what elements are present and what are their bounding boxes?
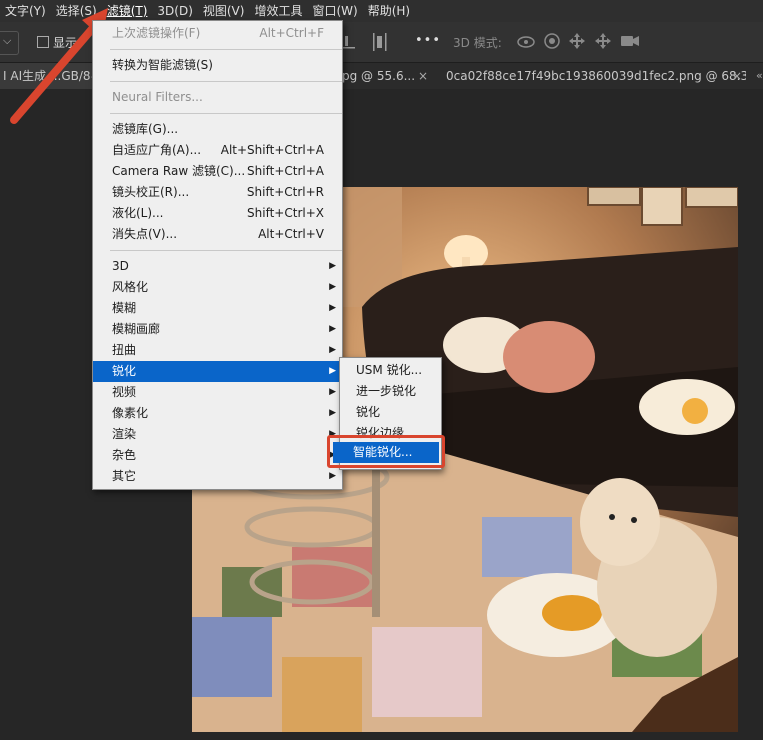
menu-item-label: 杂色 <box>112 448 137 462</box>
submenu-arrow-icon: ▶ <box>329 471 336 481</box>
more-options-button[interactable]: ••• <box>415 33 441 48</box>
menu-item-other[interactable]: 其它 ▶ <box>93 466 342 487</box>
distribute-icon[interactable] <box>373 33 387 51</box>
menu-item-blur[interactable]: 模糊 ▶ <box>93 298 342 319</box>
menu-item-label: 液化(L)... <box>112 206 164 220</box>
menu-item-sharpen-plain[interactable]: 锐化 <box>340 402 441 423</box>
camera-3d-icon[interactable] <box>620 34 640 48</box>
menu-item-label: Neural Filters... <box>112 90 203 104</box>
slide-3d-icon[interactable] <box>594 32 612 50</box>
pan-3d-icon[interactable] <box>568 32 586 50</box>
menu-item-label: 进一步锐化 <box>356 384 417 398</box>
tab-label: 0ca02f88ce17f49bc193860039d1fec2.png @ 6… <box>446 69 746 83</box>
menu-item-neural-filters: Neural Filters... <box>93 87 342 108</box>
tab-label: pg @ 55.6... <box>342 69 416 83</box>
menu-divider <box>110 49 342 50</box>
menu-item-label: 镜头校正(R)... <box>112 185 190 199</box>
menu-item-last-filter: 上次滤镜操作(F) Alt+Ctrl+F <box>93 23 342 44</box>
menu-item-filter-gallery[interactable]: 滤镜库(G)... <box>93 119 342 140</box>
mode-3d-label: 3D 模式: <box>453 36 502 50</box>
menu-window[interactable]: 窗口(W) <box>307 0 362 22</box>
menu-item-label: 转换为智能滤镜(S) <box>112 58 213 72</box>
close-icon[interactable]: × <box>732 63 742 89</box>
menu-item-label: 视频 <box>112 385 137 399</box>
menu-item-sharpen-more[interactable]: 进一步锐化 <box>340 381 441 402</box>
menu-item-shortcut: Alt+Shift+Ctrl+A <box>220 143 324 157</box>
menu-item-unsharp-mask[interactable]: USM 锐化... <box>340 360 441 381</box>
submenu-arrow-icon: ▶ <box>329 324 336 334</box>
menu-item-noise[interactable]: 杂色 ▶ <box>93 445 342 466</box>
menu-item-3d[interactable]: 3D ▶ <box>93 256 342 277</box>
menu-item-label: 上次滤镜操作(F) <box>112 26 201 40</box>
menu-item-shortcut: Shift+Ctrl+X <box>247 206 324 220</box>
menu-item-convert-smart-filter[interactable]: 转换为智能滤镜(S) <box>93 55 342 76</box>
menu-item-label: 渲染 <box>112 427 137 441</box>
menu-view[interactable]: 视图(V) <box>198 0 250 22</box>
menu-item-distort[interactable]: 扭曲 ▶ <box>93 340 342 361</box>
menu-item-label: 3D <box>112 259 129 273</box>
annotation-highlight-box <box>327 435 445 468</box>
menu-item-liquify[interactable]: 液化(L)... Shift+Ctrl+X <box>93 203 342 224</box>
menu-3d[interactable]: 3D(D) <box>152 0 197 22</box>
submenu-arrow-icon: ▶ <box>329 345 336 355</box>
menu-item-camera-raw[interactable]: Camera Raw 滤镜(C)... Shift+Ctrl+A <box>93 161 342 182</box>
more-tabs-icon[interactable]: « <box>756 69 763 82</box>
menu-plugins[interactable]: 增效工具 <box>249 0 307 22</box>
menu-item-label: 锐化 <box>356 405 381 419</box>
filter-menu-dropdown: 上次滤镜操作(F) Alt+Ctrl+F 转换为智能滤镜(S) Neural F… <box>92 20 343 490</box>
menu-item-stylize[interactable]: 风格化 ▶ <box>93 277 342 298</box>
submenu-arrow-icon: ▶ <box>329 366 336 376</box>
menu-divider <box>110 250 342 251</box>
menu-item-shortcut: Shift+Ctrl+A <box>247 164 324 178</box>
submenu-arrow-icon: ▶ <box>329 282 336 292</box>
menu-item-sharpen[interactable]: 锐化 ▶ <box>93 361 342 382</box>
tab-doc-3[interactable]: 0ca02f88ce17f49bc193860039d1fec2.png @ 6… <box>446 63 746 89</box>
menu-item-label: 消失点(V)... <box>112 227 178 241</box>
menu-item-label: 其它 <box>112 469 137 483</box>
submenu-arrow-icon: ▶ <box>329 261 336 271</box>
menu-item-label: Camera Raw 滤镜(C)... <box>112 164 246 178</box>
menu-item-label: USM 锐化... <box>356 363 423 377</box>
menu-item-shortcut: Shift+Ctrl+R <box>246 185 324 199</box>
menu-item-shortcut: Alt+Ctrl+V <box>258 227 324 241</box>
close-icon[interactable]: × <box>418 63 428 89</box>
menu-divider <box>110 113 342 114</box>
tab-doc-2[interactable]: pg @ 55.6... × <box>342 63 434 89</box>
menu-help[interactable]: 帮助(H) <box>363 0 415 22</box>
menu-item-video[interactable]: 视频 ▶ <box>93 382 342 403</box>
menu-item-label: 自适应广角(A)... <box>112 143 202 157</box>
menu-item-label: 锐化 <box>112 364 137 378</box>
menu-item-label: 滤镜库(G)... <box>112 122 179 136</box>
menu-item-label: 扭曲 <box>112 343 137 357</box>
menu-divider <box>110 81 342 82</box>
menu-item-label: 像素化 <box>112 406 149 420</box>
menu-item-label: 模糊画廊 <box>112 322 161 336</box>
submenu-arrow-icon: ▶ <box>329 303 336 313</box>
roll-3d-icon[interactable] <box>543 32 561 50</box>
menu-item-blur-gallery[interactable]: 模糊画廊 ▶ <box>93 319 342 340</box>
menu-item-vanishing-point[interactable]: 消失点(V)... Alt+Ctrl+V <box>93 224 342 245</box>
orbit-3d-icon[interactable] <box>516 33 536 51</box>
menu-item-pixelate[interactable]: 像素化 ▶ <box>93 403 342 424</box>
menu-item-adaptive-wide-angle[interactable]: 自适应广角(A)... Alt+Shift+Ctrl+A <box>93 140 342 161</box>
menu-item-lens-correction[interactable]: 镜头校正(R)... Shift+Ctrl+R <box>93 182 342 203</box>
menu-item-render[interactable]: 渲染 ▶ <box>93 424 342 445</box>
menu-item-label: 风格化 <box>112 280 149 294</box>
submenu-arrow-icon: ▶ <box>329 408 336 418</box>
submenu-arrow-icon: ▶ <box>329 387 336 397</box>
menu-item-shortcut: Alt+Ctrl+F <box>259 26 324 40</box>
menu-item-label: 模糊 <box>112 301 137 315</box>
